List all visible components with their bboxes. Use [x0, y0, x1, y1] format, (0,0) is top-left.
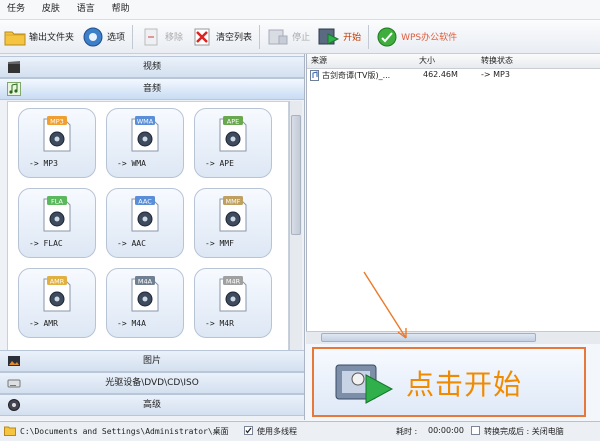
format-button[interactable]: M4A -> M4A [106, 268, 184, 338]
category-video[interactable]: 视频 [0, 56, 304, 78]
format-button[interactable]: WMA -> WMA [106, 108, 184, 178]
film-play-icon [318, 26, 340, 48]
format-tag: FLA [51, 197, 64, 205]
format-label: -> MMF [205, 239, 234, 248]
output-path[interactable]: C:\Documents and Settings\Administrator\… [20, 426, 229, 437]
menu-language[interactable]: 语言 [70, 0, 102, 19]
wps-button[interactable]: WPS办公软件 [372, 22, 461, 52]
toolbar-separator [259, 24, 261, 49]
audio-file-icon [310, 70, 319, 83]
remove-button[interactable]: 移除 [136, 22, 187, 52]
file-list-header: 来源 大小 转换状态 [307, 54, 600, 69]
format-label: -> APE [205, 159, 234, 168]
row-size: 462.46M [423, 70, 458, 79]
category-rom-device[interactable]: 光驱设备\DVD\CD\ISO [0, 372, 304, 394]
clapperboard-icon [6, 59, 21, 74]
format-tag: M4R [226, 277, 241, 285]
start-button[interactable]: 开始 [314, 22, 365, 52]
format-tag: MMF [226, 197, 241, 205]
elapsed-time: 00:00:00 [428, 426, 464, 435]
after-convert-checkbox[interactable] [471, 426, 480, 435]
format-label: -> MP3 [29, 159, 58, 168]
toolbar: 输出文件夹 选项 移除 清空列表 停止 开始 WPS办公软件 [0, 20, 600, 54]
menu-help[interactable]: 帮助 [105, 0, 137, 19]
after-convert-label: 转换完成后 : 关闭电脑 [484, 427, 564, 436]
clear-list-icon [191, 26, 213, 48]
toolbar-separator [368, 24, 370, 49]
format-label: -> AAC [117, 239, 146, 248]
audio-format-icon: FLA [43, 196, 71, 232]
toolbar-separator [132, 24, 134, 49]
format-button[interactable]: MMF -> MMF [194, 188, 272, 258]
column-header-source[interactable]: 来源 [311, 55, 327, 66]
options-button[interactable]: 选项 [78, 22, 129, 52]
stop-icon [267, 26, 289, 48]
clear-list-button[interactable]: 清空列表 [187, 22, 256, 52]
audio-format-icon: MP3 [43, 116, 71, 152]
column-header-size[interactable]: 大小 [419, 55, 435, 66]
format-tag: WMA [137, 117, 154, 125]
format-button[interactable]: AAC -> AAC [106, 188, 184, 258]
audio-format-icon: AMR [43, 276, 71, 312]
audio-format-icon: MMF [219, 196, 247, 232]
image-icon [6, 353, 21, 368]
remove-icon [140, 26, 162, 48]
audio-format-icon: AAC [131, 196, 159, 232]
scroll-thumb[interactable] [291, 115, 301, 235]
menu-task[interactable]: 任务 [0, 0, 32, 19]
scroll-thumb[interactable] [321, 333, 536, 342]
music-note-icon [6, 81, 21, 96]
row-status: -> MP3 [481, 70, 510, 79]
format-grid: MP3 -> MP3 WMA -> WMA APE -> APE FLA -> FLAC AAC… [7, 101, 289, 353]
menu-bar: 任务 皮肤 语言 帮助 [0, 0, 600, 20]
category-audio[interactable]: 音频 [0, 78, 304, 100]
gear-icon [82, 26, 104, 48]
format-label: -> AMR [29, 319, 58, 328]
format-button[interactable]: APE -> APE [194, 108, 272, 178]
format-tag: M4A [138, 277, 153, 285]
file-list: 来源 大小 转换状态 古剑奇谭(TV版)_... 462.46M -> MP3 [306, 54, 600, 344]
start-conversion-panel[interactable]: 点击开始 [312, 347, 586, 417]
category-advanced[interactable]: 高级 [0, 394, 304, 416]
table-row[interactable]: 古剑奇谭(TV版)_... 462.46M -> MP3 [307, 69, 600, 83]
format-button[interactable]: AMR -> AMR [18, 268, 96, 338]
format-button[interactable]: FLA -> FLAC [18, 188, 96, 258]
annotation-arrow [363, 271, 407, 339]
folder-icon [4, 26, 26, 48]
output-folder-button[interactable]: 输出文件夹 [0, 22, 78, 52]
format-label: -> M4A [117, 319, 146, 328]
elapsed-label: 耗时 : [396, 427, 418, 436]
start-panel-label: 点击开始 [406, 368, 523, 401]
column-header-status[interactable]: 转换状态 [481, 55, 513, 66]
format-tag: MP3 [50, 117, 64, 125]
audio-format-icon: WMA [131, 116, 159, 152]
format-button[interactable]: M4R -> M4R [194, 268, 272, 338]
format-label: -> WMA [117, 159, 146, 168]
row-source: 古剑奇谭(TV版)_... [322, 71, 391, 80]
menu-skin[interactable]: 皮肤 [35, 0, 67, 19]
format-tag: APE [227, 117, 239, 125]
format-tag: AMR [50, 277, 65, 285]
status-bar: C:\Documents and Settings\Administrator\… [0, 421, 600, 441]
format-tag: AAC [138, 197, 152, 205]
multithread-checkbox[interactable] [244, 426, 253, 435]
wps-icon [376, 26, 398, 48]
multithread-label: 使用多线程 [257, 427, 297, 436]
disc-drive-icon [6, 375, 21, 390]
format-label: -> FLAC [29, 239, 63, 248]
category-image[interactable]: 图片 [0, 350, 304, 372]
stop-button[interactable]: 停止 [263, 22, 314, 52]
format-label: -> M4R [205, 319, 234, 328]
format-button[interactable]: MP3 -> MP3 [18, 108, 96, 178]
audio-format-icon: APE [219, 116, 247, 152]
category-panel: 视频 音频 MP3 -> MP3 WMA -> WMA APE -> APE FLA -> F… [0, 54, 305, 420]
folder-icon [4, 425, 16, 438]
vertical-scrollbar[interactable] [289, 101, 302, 351]
audio-format-icon: M4A [131, 276, 159, 312]
film-play-icon [335, 364, 394, 404]
horizontal-scrollbar[interactable] [306, 331, 600, 344]
tools-icon [6, 397, 21, 412]
audio-format-icon: M4R [219, 276, 247, 312]
